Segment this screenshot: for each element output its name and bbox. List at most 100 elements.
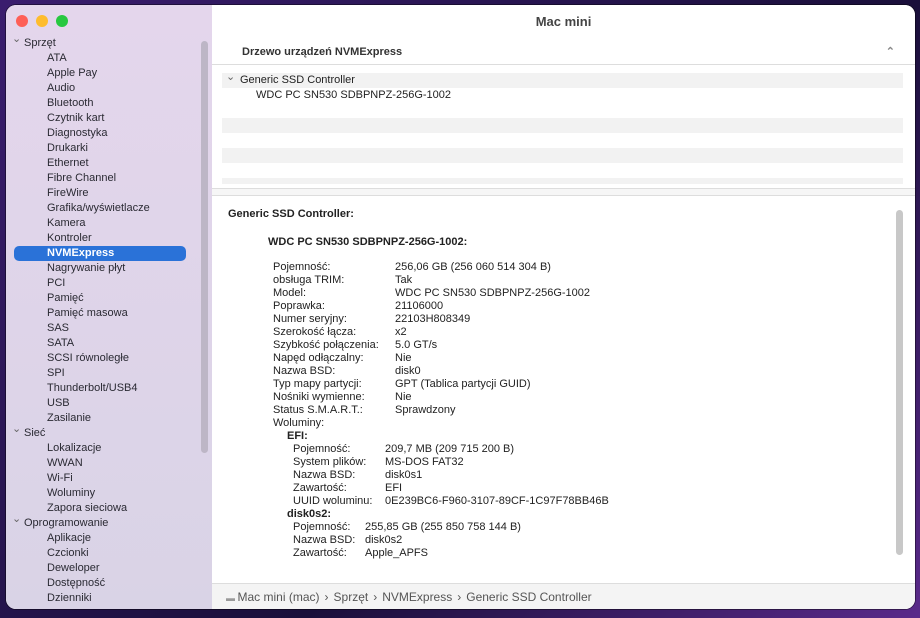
property-row: Zawartość: EFI [228,482,915,495]
detail-pane: Generic SSD Controller: WDC PC SN530 SDB… [212,197,915,583]
property-value: 21106000 [395,300,444,312]
property-value: Apple_APFS [365,547,428,559]
property-row: Nazwa BSD: disk0 [228,365,915,378]
zoom-button[interactable] [56,15,68,27]
split-divider[interactable] [212,188,915,196]
property-value: Nie [395,391,412,403]
sidebar-item[interactable]: Pamięć masowa [6,306,206,321]
sidebar-item[interactable]: ATA [6,51,206,66]
property-value: 22103H808349 [395,313,471,325]
sidebar-item[interactable]: Fibre Channel [6,171,206,186]
sidebar-item[interactable]: Wi-Fi [6,471,206,486]
property-value: MS-DOS FAT32 [385,456,464,468]
property-value: Nie [395,352,412,364]
minimize-button[interactable] [36,15,48,27]
property-row: UUID woluminu: 0E239BC6-F960-3107-89CF-1C… [228,495,915,508]
sidebar-item[interactable]: Kamera [6,216,206,231]
sidebar-item[interactable]: Bluetooth [6,96,206,111]
property-label: Zawartość: [293,547,347,559]
path-item[interactable]: Generic SSD Controller [466,590,591,604]
property-row: Pojemność: 255,85 GB (255 850 758 144 B) [228,521,915,534]
close-button[interactable] [16,15,28,27]
sidebar-item[interactable]: Thunderbolt/USB4 [6,381,206,396]
sidebar-item[interactable]: Lokalizacje [6,441,206,456]
property-label: Napęd odłączalny: [273,352,364,364]
volumes-label: Woluminy: [273,417,325,429]
sidebar-item[interactable]: Dostępność [6,576,206,591]
volume-name: EFI: [287,430,308,442]
sidebar-item[interactable]: Deweloper [6,561,206,576]
property-row: Szerokość łącza: x2 [228,326,915,339]
sidebar-item[interactable]: Grafika/wyświetlacze [6,201,206,216]
sidebar-item[interactable]: Woluminy [6,486,206,501]
path-item[interactable]: Sprzęt [334,590,369,604]
property-row: Nośniki wymienne: Nie [228,391,915,404]
property-label: Nazwa BSD: [293,534,356,546]
tree-row-controller[interactable]: ⌄ Generic SSD Controller [222,70,903,88]
path-item[interactable]: NVMExpress [382,590,452,604]
sidebar-item[interactable]: SCSI równoległe [6,351,206,366]
sidebar-item[interactable]: USB [6,396,206,411]
sidebar-item[interactable]: Zapora sieciowa [6,501,206,516]
detail-scrollbar[interactable] [896,210,903,555]
property-label: Pojemność: [293,443,351,455]
property-row: Nazwa BSD: disk0s2 [228,534,915,547]
property-value: 0E239BC6-F960-3107-89CF-1C97F78BB46B [385,495,609,507]
property-label: obsługa TRIM: [273,274,345,286]
sidebar-item[interactable]: Ethernet [6,156,206,171]
property-row: Status S.M.A.R.T.: Sprawdzony [228,404,915,417]
property-row: Napęd odłączalny: Nie [228,352,915,365]
property-label: UUID woluminu: [293,495,373,507]
property-label: Numer seryjny: [273,313,347,325]
sidebar-item[interactable]: WWAN [6,456,206,471]
system-information-window: SprzętATAApple PayAudioBluetoothCzytnik … [6,5,915,609]
device-tree: ⌄ Generic SSD Controller WDC PC SN530 SDB… [222,70,903,184]
sidebar-item[interactable]: SATA [6,336,206,351]
mac-mini-icon: ▬ [226,593,238,603]
sidebar-item[interactable]: Nagrywanie płyt [6,261,206,276]
sidebar-group-0[interactable]: Sprzęt [6,36,206,51]
property-value: disk0s2 [365,534,403,546]
property-label: Model: [273,287,307,299]
property-row: Szybkość połączenia: 5.0 GT/s [228,339,915,352]
property-value: 5.0 GT/s [395,339,438,351]
sidebar-item[interactable]: PCI [6,276,206,291]
property-value: EFI [385,482,403,494]
property-label: Szybkość połączenia: [273,339,379,351]
sidebar-scrollbar[interactable] [201,41,208,453]
window-title: Mac mini [535,14,592,29]
sidebar-item[interactable]: Czcionki [6,546,206,561]
sidebar-item[interactable]: SPI [6,366,206,381]
path-separator: › [324,590,329,604]
property-row: System plików: MS-DOS FAT32 [228,456,915,469]
sidebar-item[interactable]: Apple Pay [6,66,206,81]
sidebar-group-2[interactable]: Oprogramowanie [6,516,206,531]
sidebar-item[interactable]: Drukarki [6,141,206,156]
property-value: 209,7 MB (209 715 200 B) [385,443,515,455]
detail-title: Generic SSD Controller: [228,208,354,220]
property-label: Pojemność: [273,261,331,273]
sidebar-item[interactable]: Czytnik kart [6,111,206,126]
sidebar-item[interactable]: NVMExpress [14,246,186,261]
property-value: GPT (Tablica partycji GUID) [395,378,531,390]
sidebar-item[interactable]: SAS [6,321,206,336]
property-label: Szerokość łącza: [273,326,357,338]
disclosure-chevron-icon[interactable]: ⌄ [226,70,235,85]
tree-row-device[interactable]: WDC PC SN530 SDBPNPZ-256G-1002 [222,88,903,103]
volume-name: disk0s2: [287,508,332,520]
tree-row-empty [222,148,903,163]
path-item[interactable]: Mac mini (mac) [238,590,320,604]
collapse-chevron-icon[interactable]: ⌃ [886,39,895,65]
property-row: Poprawka: 21106000 [228,300,915,313]
sidebar-group-1[interactable]: Sieć [6,426,206,441]
sidebar-item[interactable]: Aplikacje [6,531,206,546]
sidebar-item[interactable]: Zasilanie [6,411,206,426]
sidebar-item[interactable]: Dzienniki [6,591,206,606]
sidebar-item[interactable]: Audio [6,81,206,96]
tree-header[interactable]: Drzewo urządzeń NVMExpress ⌃ [212,39,915,65]
sidebar-item[interactable]: FireWire [6,186,206,201]
sidebar-item[interactable]: Kontroler [6,231,206,246]
sidebar-item[interactable]: Pamięć [6,291,206,306]
sidebar-item[interactable]: Diagnostyka [6,126,206,141]
property-label: Poprawka: [273,300,325,312]
